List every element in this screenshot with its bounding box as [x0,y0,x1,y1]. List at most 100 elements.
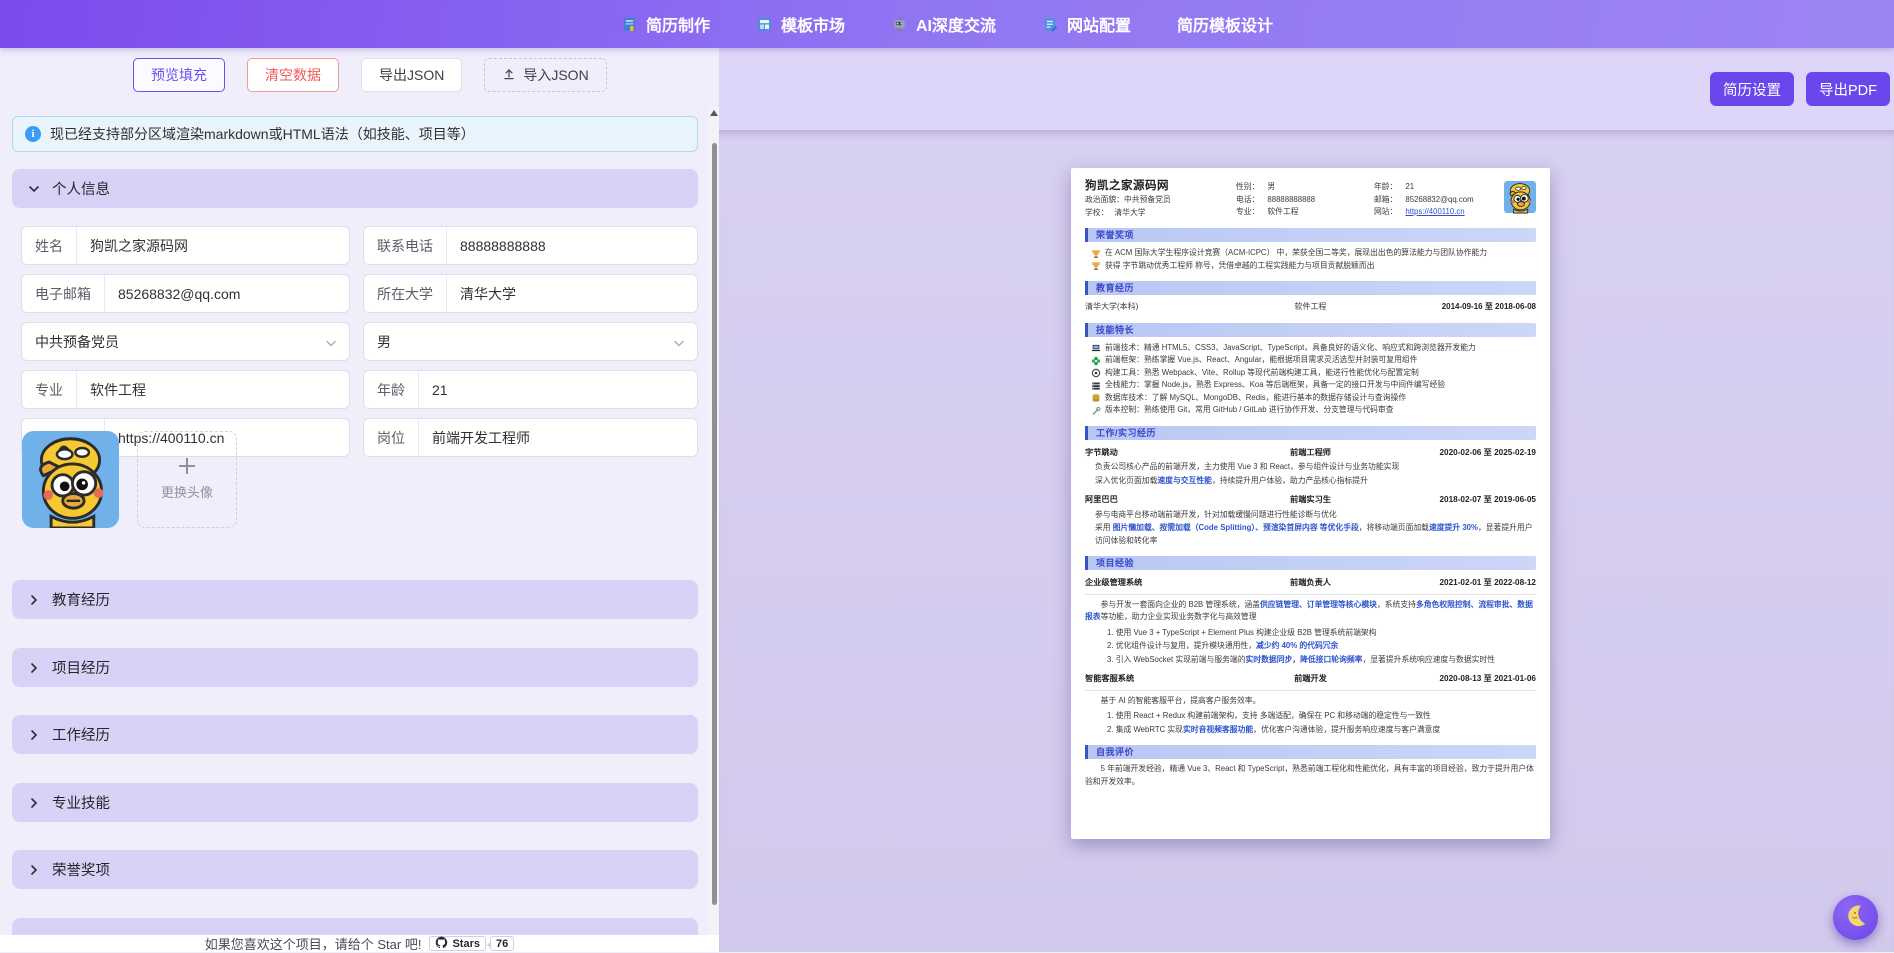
nav-item-label: 简历模板设计 [1177,12,1273,36]
gender-select[interactable]: 男 [363,322,698,361]
personal-info-form: 姓名 狗凯之家源码网 联系电话 88888888888 电子邮箱 8526883… [21,226,698,457]
server-icon [1091,381,1101,391]
target-icon [1091,368,1101,378]
resume-section-skills-title: 技能特长 [1085,323,1536,337]
project-step: 集成 WebRTC 实现实时音视频客服功能，优化客户沟通体验，提升服务响应速度与… [1107,724,1536,737]
resume-settings-button[interactable]: 简历设置 [1710,72,1794,106]
database-icon [1091,393,1101,403]
preview-area: 狗凯之家源码网 政治面貌：中共预备党员 学校：清华大学 性别：男 电话：8888… [719,130,1894,952]
nav-item-resume-builder[interactable]: 简历制作 [621,12,710,36]
award-item: 获得 字节跳动优秀工程师 称号，凭借卓越的工程实践能力与项目贡献脱颖而出 [1085,260,1536,273]
clear-data-button[interactable]: 清空数据 [247,58,339,92]
nav-item-template-design[interactable]: 简历模板设计 [1177,12,1273,36]
skill-item: 版本控制：熟练使用 Git，常用 GitHub / GitLab 进行协作开发、… [1085,404,1536,417]
job-entry: 字节跳动 前端工程师 2020-02-06 至 2025-02-19 负责公司核… [1085,447,1536,488]
age-field[interactable]: 年龄 21 [363,370,698,409]
job-header: 阿里巴巴 前端实习生 2018-02-07 至 2019-06-05 [1085,494,1536,507]
chevron-right-icon [28,594,40,606]
section-title: 个人信息 [52,178,110,199]
university-field[interactable]: 所在大学 清华大学 [363,274,698,313]
nav-item-label: 网站配置 [1067,12,1131,36]
chevron-right-icon [28,662,40,674]
stars-count[interactable]: 76 [490,936,514,951]
theme-toggle-button[interactable] [1833,895,1878,940]
select-value: 男 [364,332,673,352]
resume-info-row: 年龄：21 [1374,181,1504,194]
resume-skills-list: 前端技术：精通 HTML5、CSS3、JavaScript、TypeScript… [1085,342,1536,417]
avatar[interactable] [21,431,120,528]
resume-name: 狗凯之家源码网 [1085,179,1236,194]
section-title: 专业技能 [52,792,110,813]
preview-fill-button[interactable]: 预览填充 [133,58,225,92]
project-step: 优化组件设计与复用，提升模块通用性，减少约 40% 的代码冗余 [1107,640,1536,653]
section-education[interactable]: 教育经历 [12,580,698,619]
export-json-button[interactable]: 导出JSON [361,58,462,92]
education-row: 清华大学(本科) 软件工程 2014-09-16 至 2018-06-08 [1085,301,1536,314]
job-line: 参与电商平台移动端前端开发，针对加载缓慢问题进行性能诊断与优化 [1095,509,1536,522]
resume-section-awards-title: 荣誉奖项 [1085,228,1536,242]
ai-chat-icon [891,16,908,33]
top-nav: 简历制作 模板市场 AI深度交流 网站配置 简历模板设计 [0,0,1894,48]
trophy-icon [1091,249,1101,259]
info-icon: i [25,126,41,142]
resume-section-work-title: 工作/实习经历 [1085,426,1536,440]
field-label: 年龄 [364,371,419,408]
job-line: 采用 图片懒加载、按需加载（Code Splitting）、预渲染首屏内容 等优… [1095,522,1536,547]
job-header: 字节跳动 前端工程师 2020-02-06 至 2025-02-19 [1085,447,1536,460]
resume-website-link[interactable]: https://400110.cn [1405,207,1464,216]
position-field[interactable]: 岗位 前端开发工程师 [363,418,698,457]
email-field[interactable]: 电子邮箱 85268832@qq.com [21,274,350,313]
field-value: 清华大学 [447,284,529,304]
resume-info-row: 专业：软件工程 [1236,206,1374,219]
section-awards[interactable]: 荣誉奖项 [12,850,698,889]
editor-toolbar: 预览填充 清空数据 导出JSON 导入JSON [133,58,607,92]
nav-item-template-market[interactable]: 模板市场 [756,12,845,36]
section-work[interactable]: 工作经历 [12,715,698,754]
section-projects[interactable]: 项目经历 [12,648,698,687]
political-status-select[interactable]: 中共预备党员 [21,322,350,361]
preview-topbar: 简历设置 导出PDF [719,48,1894,130]
major-field[interactable]: 专业 软件工程 [21,370,350,409]
resume-info-row: 学校：清华大学 [1085,207,1236,220]
name-field[interactable]: 姓名 狗凯之家源码网 [21,226,350,265]
section-skills[interactable]: 专业技能 [12,783,698,822]
nav-item-site-config[interactable]: 网站配置 [1042,12,1131,36]
skill-item: 构建工具：熟悉 Webpack、Vite、Rollup 等现代前端构建工具，能进… [1085,367,1536,380]
github-icon [435,936,448,952]
field-label: 专业 [22,371,77,408]
self-evaluation-text: 5 年前端开发经验，精通 Vue 3、React 和 TypeScript，熟悉… [1085,763,1536,788]
github-stars-button[interactable]: Stars [429,936,486,951]
change-avatar-button[interactable]: 更换头像 [137,431,237,528]
nav-item-label: 简历制作 [646,12,710,36]
chevron-down-icon [28,183,40,195]
field-value: 85268832@qq.com [105,286,253,302]
project-description: 基于 AI 的智能客服平台，提高客户服务效率。 [1085,695,1536,708]
field-value: 88888888888 [447,238,559,254]
project-footer: 如果您喜欢这个项目，请给个 Star 吧! Stars 76 [0,935,719,952]
select-value: 中共预备党员 [22,332,325,352]
import-json-button[interactable]: 导入JSON [484,58,606,92]
job-line: 深入优化页面加载速度与交互性能，持续提升用户体验，助力产品核心指标提升 [1095,475,1536,488]
resume-awards-list: 在 ACM 国际大学生程序设计竞赛（ACM-ICPC） 中，荣获全国二等奖，展现… [1085,247,1536,272]
resume-info-row: 电话：88888888888 [1236,194,1374,207]
project-step: 引入 WebSocket 实现前端与服务端的实时数据同步，降低接口轮询频率，显著… [1107,654,1536,667]
skill-item: 全栈能力：掌握 Node.js，熟悉 Express、Koa 等后端框架，具备一… [1085,379,1536,392]
notice-text: 现已经支持部分区域渲染markdown或HTML语法（如技能、项目等） [50,124,475,144]
field-value: 21 [419,382,461,398]
change-avatar-label: 更换头像 [161,482,213,501]
wrench-icon [1091,406,1101,416]
phone-field[interactable]: 联系电话 88888888888 [363,226,698,265]
nav-item-ai-chat[interactable]: AI深度交流 [891,12,996,36]
resume-header: 狗凯之家源码网 政治面貌：中共预备党员 学校：清华大学 性别：男 电话：8888… [1085,179,1536,219]
skill-item: 前端技术：精通 HTML5、CSS3、JavaScript、TypeScript… [1085,342,1536,355]
export-pdf-button[interactable]: 导出PDF [1806,72,1890,106]
resume-page: 狗凯之家源码网 政治面貌：中共预备党员 学校：清华大学 性别：男 电话：8888… [1071,168,1550,839]
skill-item: 数据库技术：了解 MySQL、MongoDB、Redis，能进行基本的数据存储设… [1085,392,1536,405]
chevron-down-icon [325,336,337,348]
nav-item-label: 模板市场 [781,12,845,36]
field-value: 前端开发工程师 [419,428,543,448]
resume-builder-icon [621,16,638,33]
left-scrollbar-thumb[interactable] [712,143,717,905]
section-personal-info[interactable]: 个人信息 [12,169,698,208]
scroll-up-arrow-icon[interactable] [710,110,718,116]
